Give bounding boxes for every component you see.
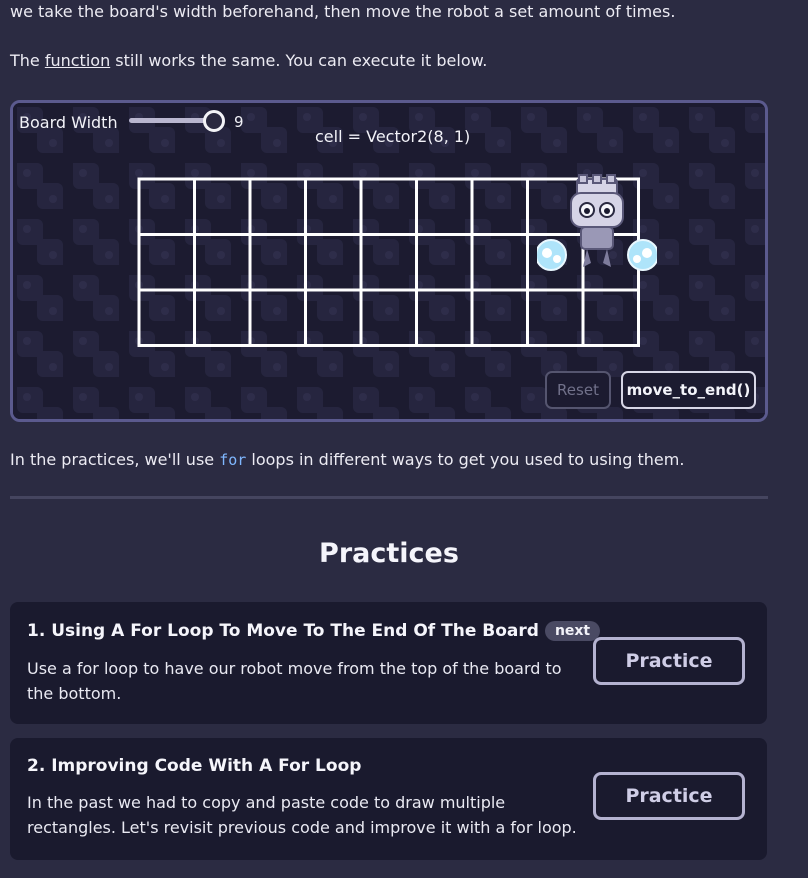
grid-cell [470, 177, 529, 236]
grid-cell [470, 288, 529, 347]
grid-cell [193, 177, 252, 236]
practice-card-description: Use a for loop to have our robot move fr… [27, 659, 562, 703]
grid-cell [248, 177, 307, 236]
practices-heading: Practices [319, 538, 459, 569]
grid-cell [415, 288, 474, 347]
practice-card-title: 1. Using A For Loop To Move To The End O… [27, 621, 601, 641]
intro-line-2-prefix: The [10, 51, 45, 70]
robot-icon [537, 174, 657, 271]
grid-cell [581, 288, 640, 347]
move-to-end-button[interactable]: move_to_end() [621, 371, 756, 409]
board-width-slider[interactable] [129, 110, 225, 132]
grid-cell [415, 233, 474, 292]
grid-cell [526, 288, 585, 347]
grid-cell [137, 233, 196, 292]
grid-cell [193, 288, 252, 347]
board-width-value: 9 [234, 113, 244, 131]
grid-cell [359, 233, 418, 292]
practices-intro: In the practices, we'll use for loops in… [10, 450, 684, 469]
practices-intro-prefix: In the practices, we'll use [10, 450, 220, 469]
next-badge: next [544, 621, 601, 641]
board-width-label: Board Width [19, 113, 118, 132]
function-link[interactable]: function [45, 51, 110, 70]
grid-cell [137, 177, 196, 236]
grid-cell [359, 288, 418, 347]
grid-cell [304, 177, 363, 236]
grid-cell [304, 233, 363, 292]
practice-card-2: 2. Improving Code With A For Loop In the… [10, 738, 767, 860]
grid-cell [248, 288, 307, 347]
slider-thumb[interactable] [203, 110, 225, 132]
intro-line-2-suffix: still works the same. You can execute it… [110, 51, 488, 70]
practice-card-title: 2. Improving Code With A For Loop [27, 756, 362, 776]
practice-card-description: In the past we had to copy and paste cod… [27, 793, 577, 837]
practice-card-1: 1. Using A For Loop To Move To The End O… [10, 602, 767, 724]
reset-button[interactable]: Reset [545, 371, 611, 409]
cell-readout: cell = Vector2(8, 1) [315, 127, 471, 146]
grid-cell [470, 233, 529, 292]
robot-demo-panel: Board Width 9 cell = Vector2(8, 1) Reset… [10, 100, 768, 422]
practices-intro-suffix: loops in different ways to get you used … [246, 450, 685, 469]
intro-line-1: we take the board's width beforehand, th… [10, 2, 676, 21]
grid-cell [359, 177, 418, 236]
grid-cell [304, 288, 363, 347]
practice-button-2[interactable]: Practice [593, 772, 745, 820]
grid-cell [137, 288, 196, 347]
intro-line-2: The function still works the same. You c… [10, 51, 487, 70]
practice-button-1[interactable]: Practice [593, 637, 745, 685]
practice-card-title-text: 1. Using A For Loop To Move To The End O… [27, 621, 539, 641]
grid-cell [193, 233, 252, 292]
grid-cell [248, 233, 307, 292]
grid-cell [415, 177, 474, 236]
for-keyword: for [219, 451, 247, 469]
section-divider [10, 496, 768, 499]
